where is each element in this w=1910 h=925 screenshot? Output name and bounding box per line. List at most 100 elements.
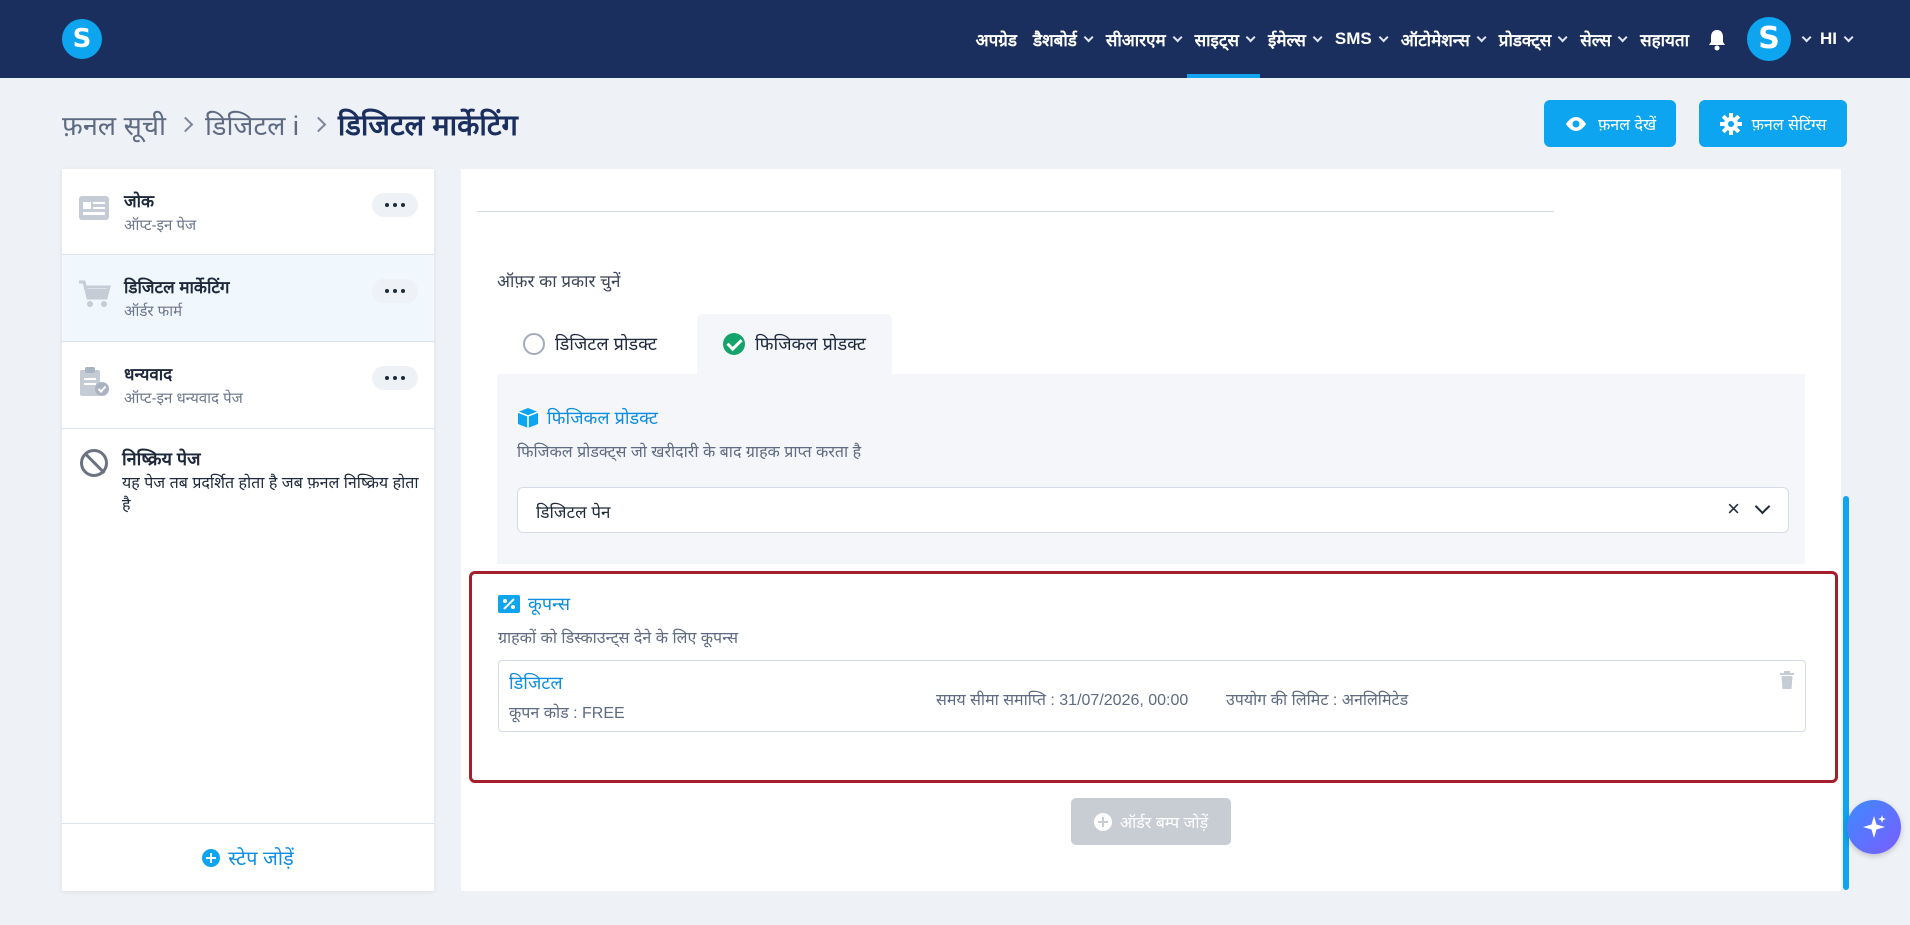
step-title: डिजिटल मार्केटिंग xyxy=(124,278,230,297)
step-subtitle: ऑप्ट-इन धन्यवाद पेज xyxy=(124,390,243,407)
ai-assistant-button[interactable] xyxy=(1847,800,1901,854)
physical-product-title: फिजिकल प्रोडक्ट xyxy=(547,408,659,428)
eye-icon xyxy=(1565,116,1586,131)
tab-label: फिजिकल प्रोडक्ट xyxy=(755,334,867,354)
nav-item-upgrade[interactable]: अपग्रेड xyxy=(968,0,1025,78)
nav-menu: अपग्रेड डैशबोर्ड सीआरएम साइट्स ईमेल्स SM… xyxy=(968,0,1858,78)
gear-icon xyxy=(1719,112,1742,135)
chevron-down-icon xyxy=(1476,31,1487,42)
coupons-description: ग्राहकों को डिस्काउन्ट्स देने के लिए कूप… xyxy=(498,630,739,647)
chevron-right-icon xyxy=(310,116,327,132)
user-avatar[interactable]: S xyxy=(1747,17,1791,61)
step-item-joke[interactable]: जोक ऑप्ट-इन पेज xyxy=(62,169,434,255)
coupon-name-link[interactable]: डिजिटल xyxy=(509,671,563,695)
bell-icon[interactable] xyxy=(1707,29,1727,51)
view-funnel-button[interactable]: फ़नल देखें xyxy=(1544,100,1676,147)
chevron-right-icon xyxy=(177,116,194,132)
radio-unchecked-icon xyxy=(523,333,545,355)
page-title: डिजिटल मार्केटिंग xyxy=(337,109,518,142)
add-coupon-button[interactable] xyxy=(1777,608,1799,630)
step-options-button[interactable] xyxy=(372,366,418,390)
step-subtitle: ऑप्ट-इन पेज xyxy=(124,217,197,234)
breadcrumb-funnel[interactable]: डिजिटल i xyxy=(205,106,299,143)
chevron-down-icon xyxy=(1378,31,1389,42)
percent-ticket-icon xyxy=(498,595,520,613)
nav-item-automations[interactable]: ऑटोमेशन्स xyxy=(1393,0,1491,78)
add-order-bump-button[interactable]: ऑर्डर बम्प जोड़ें xyxy=(1071,798,1231,845)
nav-item-label: ईमेल्स xyxy=(1267,30,1306,50)
step-title: धन्यवाद xyxy=(124,365,173,384)
nav-item-sales[interactable]: सेल्स xyxy=(1572,0,1632,78)
language-label: HI xyxy=(1820,29,1837,48)
nav-item-sites[interactable]: साइट्स xyxy=(1186,0,1261,78)
inactive-page-description: यह पेज तब प्रदर्शित होता है जब फ़नल निष्… xyxy=(122,475,419,514)
nav-item-label: साइट्स xyxy=(1194,30,1239,50)
breadcrumb-funnel-list[interactable]: फ़नल सूची xyxy=(62,106,166,143)
funnel-settings-label: फ़नल सेटिंग्स xyxy=(1751,116,1827,134)
offer-type-label: ऑफ़र का प्रकार चुनें xyxy=(497,272,621,291)
nav-item-label: सहायता xyxy=(1640,30,1689,50)
product-select-value: डिजिटल पेन xyxy=(536,503,611,522)
coupon-code: कूपन कोड : FREE xyxy=(509,705,625,722)
nav-item-products[interactable]: प्रोडक्ट्स xyxy=(1491,0,1573,78)
avatar-menu-toggle[interactable] xyxy=(1791,0,1812,78)
ban-icon xyxy=(80,449,108,477)
nav-item-label: ऑटोमेशन्स xyxy=(1400,30,1470,50)
clear-icon[interactable]: × xyxy=(1727,496,1740,522)
funnel-settings-button[interactable]: फ़नल सेटिंग्स xyxy=(1699,100,1847,147)
add-order-bump-label: ऑर्डर बम्प जोड़ें xyxy=(1119,814,1209,832)
nav-item-label: SMS xyxy=(1334,29,1372,48)
coupon-row: डिजिटल कूपन कोड : FREE समय सीमा समाप्ति … xyxy=(498,660,1806,732)
language-selector[interactable]: HI xyxy=(1812,0,1858,78)
chevron-down-icon xyxy=(1083,31,1094,42)
step-options-button[interactable] xyxy=(372,279,418,303)
clipboard-check-icon xyxy=(78,366,110,398)
nav-item-label: प्रोडक्ट्स xyxy=(1498,30,1552,50)
view-funnel-label: फ़नल देखें xyxy=(1597,116,1657,134)
plus-circle-icon xyxy=(1093,812,1112,831)
nav-item-label: अपग्रेड xyxy=(975,30,1017,50)
physical-product-panel: फिजिकल प्रोडक्ट फिजिकल प्रोडक्ट्स जो खरी… xyxy=(497,374,1805,564)
add-step-label: स्टेप जोड़ें xyxy=(228,848,294,870)
nav-item-help[interactable]: सहायता xyxy=(1632,0,1697,78)
nav-item-sms[interactable]: SMS xyxy=(1327,0,1393,78)
nav-item-dashboard[interactable]: डैशबोर्ड xyxy=(1025,0,1098,78)
optin-page-icon xyxy=(78,193,110,225)
divider xyxy=(477,211,1554,212)
step-editor-panel: ऑफ़र का प्रकार चुनें डिजिटल प्रोडक्ट फिज… xyxy=(461,169,1841,891)
coupons-title: कूपन्स xyxy=(528,594,571,614)
check-circle-icon xyxy=(723,333,745,355)
chevron-down-icon xyxy=(1617,31,1628,42)
inactive-page-title: निष्क्रिय पेज xyxy=(122,449,201,469)
add-step-button[interactable]: स्टेप जोड़ें xyxy=(62,823,434,891)
plus-circle-icon xyxy=(202,848,221,867)
tab-label: डिजिटल प्रोडक्ट xyxy=(555,334,658,354)
coupon-expiry: समय सीमा समाप्ति : 31/07/2026, 00:00 xyxy=(936,692,1189,709)
funnel-steps-sidebar: जोक ऑप्ट-इन पेज डिजिटल मार्केटिंग ऑर्डर … xyxy=(62,169,434,891)
tab-physical-product[interactable]: फिजिकल प्रोडक्ट xyxy=(697,314,893,374)
nav-item-label: डैशबोर्ड xyxy=(1032,30,1077,50)
step-title: जोक xyxy=(124,192,155,211)
chevron-down-icon[interactable] xyxy=(1754,498,1771,515)
nav-item-label: सेल्स xyxy=(1580,30,1612,50)
nav-item-crm[interactable]: सीआरएम xyxy=(1098,0,1187,78)
nav-item-emails[interactable]: ईमेल्स xyxy=(1260,0,1327,78)
cart-icon xyxy=(78,279,111,311)
chevron-down-icon xyxy=(1557,31,1568,42)
box-icon xyxy=(517,408,539,428)
app-logo[interactable]: S xyxy=(62,19,102,59)
chevron-down-icon xyxy=(1312,31,1323,42)
product-select[interactable]: डिजिटल पेन × xyxy=(517,487,1789,533)
top-navbar: S अपग्रेड डैशबोर्ड सीआरएम साइट्स ईमेल्स … xyxy=(0,0,1910,78)
step-item-digital-marketing[interactable]: डिजिटल मार्केटिंग ऑर्डर फार्म xyxy=(62,255,434,342)
chevron-down-icon xyxy=(1172,31,1183,42)
trash-icon[interactable] xyxy=(1779,671,1795,689)
step-options-button[interactable] xyxy=(372,193,418,217)
chevron-down-icon xyxy=(1245,31,1256,42)
inactive-page-item[interactable]: निष्क्रिय पेज यह पेज तब प्रदर्शित होता ह… xyxy=(62,429,434,519)
tab-digital-product[interactable]: डिजिटल प्रोडक्ट xyxy=(497,314,683,374)
step-subtitle: ऑर्डर फार्म xyxy=(124,303,183,320)
sparkle-icon xyxy=(1863,815,1886,838)
coupon-usage-limit: उपयोग की लिमिट : अनलिमिटेड xyxy=(1226,692,1409,709)
step-item-thank-you[interactable]: धन्यवाद ऑप्ट-इन धन्यवाद पेज xyxy=(62,342,434,429)
